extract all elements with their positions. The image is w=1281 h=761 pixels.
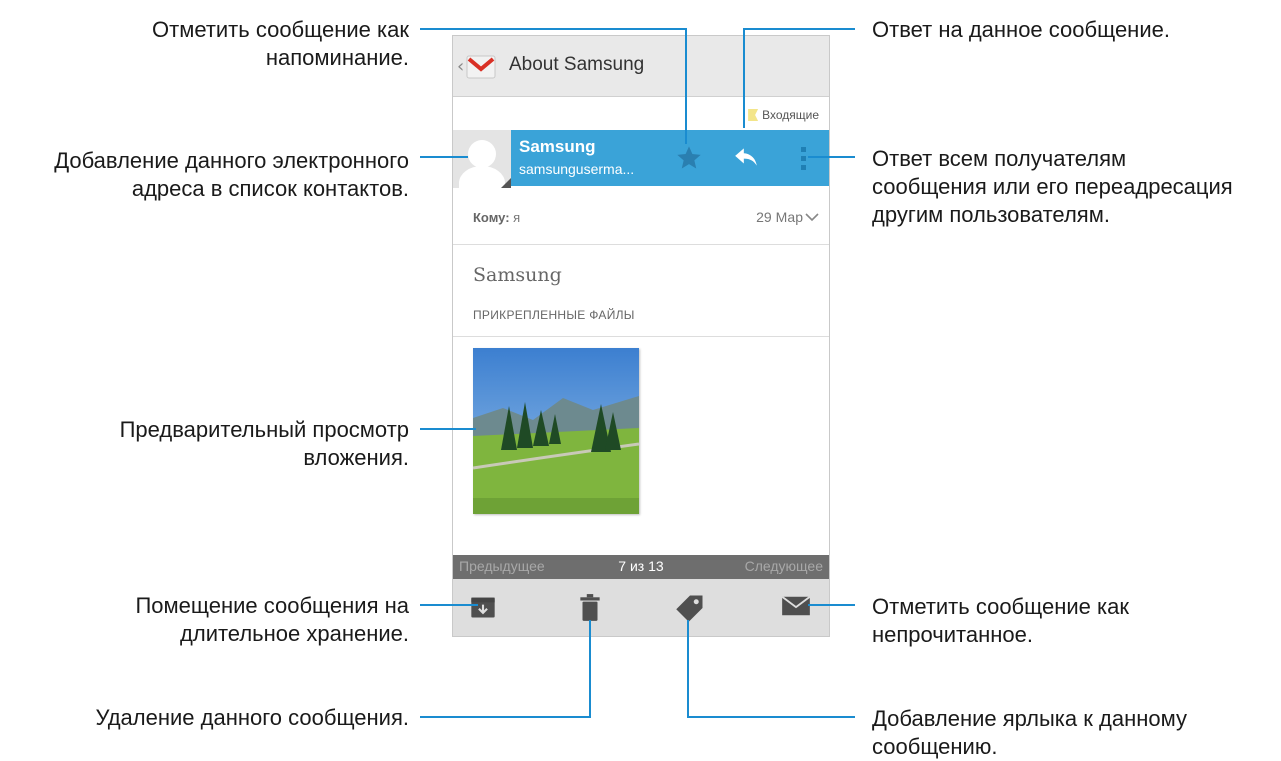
- star-icon[interactable]: [675, 144, 703, 172]
- callout-delete: Удаление данного сообщения.: [95, 705, 409, 730]
- message-subject: Samsung: [473, 264, 562, 286]
- app-bar: ‹ About Samsung: [453, 36, 829, 97]
- overflow-menu-icon[interactable]: [799, 146, 809, 172]
- label-icon[interactable]: [675, 593, 705, 623]
- callout-add-contact: Добавление данного электронного адреса в…: [54, 148, 409, 201]
- avatar-head-shape: [468, 140, 496, 168]
- bottom-action-bar: [453, 579, 829, 636]
- avatar-body-shape: [459, 166, 505, 188]
- callout-reply-all: Ответ всем получателям сообщения или его…: [872, 146, 1233, 227]
- callout-preview: Предварительный просмотр вложения.: [119, 417, 409, 470]
- callout-unread: Отметить сообщение как непрочитанное.: [872, 594, 1129, 647]
- app-bar-title: About Samsung: [509, 54, 645, 75]
- recipient-label: Кому: я: [473, 210, 521, 225]
- sender-name: Samsung: [519, 137, 596, 156]
- folder-label-text: Входящие: [762, 108, 819, 122]
- landscape-photo: [473, 348, 639, 514]
- reply-icon[interactable]: [733, 144, 759, 170]
- email-screen: ‹ About Samsung Входящие Samsung samsung…: [452, 35, 830, 637]
- chevron-down-icon[interactable]: [805, 212, 819, 222]
- pager-bar: Предыдущее 7 из 13 Следующее: [453, 555, 829, 579]
- attachment-preview[interactable]: [473, 348, 639, 514]
- message-date: 29 Мар: [756, 209, 803, 225]
- folder-tag-icon: [748, 109, 759, 121]
- avatar-corner-mark: [501, 178, 511, 188]
- divider: [453, 336, 829, 337]
- mark-unread-icon[interactable]: [781, 593, 811, 619]
- archive-icon[interactable]: [469, 593, 497, 621]
- attachments-header: ПРИКРЕПЛЕННЫЕ ФАЙЛЫ: [473, 308, 635, 322]
- sender-email: samsunguserma...: [519, 161, 635, 177]
- gmail-icon[interactable]: [465, 50, 497, 82]
- callout-archive: Помещение сообщения на длительное хранен…: [135, 593, 409, 646]
- trash-icon[interactable]: [577, 593, 603, 623]
- callout-label: Добавление ярлыка к данному сообщению.: [872, 706, 1187, 759]
- callout-reply: Ответ на данное сообщение.: [872, 17, 1170, 42]
- chevron-left-icon[interactable]: ‹: [457, 56, 464, 77]
- callout-star: Отметить сообщение как напоминание.: [152, 17, 409, 70]
- avatar[interactable]: [453, 130, 511, 188]
- folder-label[interactable]: Входящие: [748, 108, 819, 122]
- next-button[interactable]: Следующее: [745, 558, 823, 574]
- recipient-row[interactable]: Кому: я 29 Мар: [453, 194, 829, 245]
